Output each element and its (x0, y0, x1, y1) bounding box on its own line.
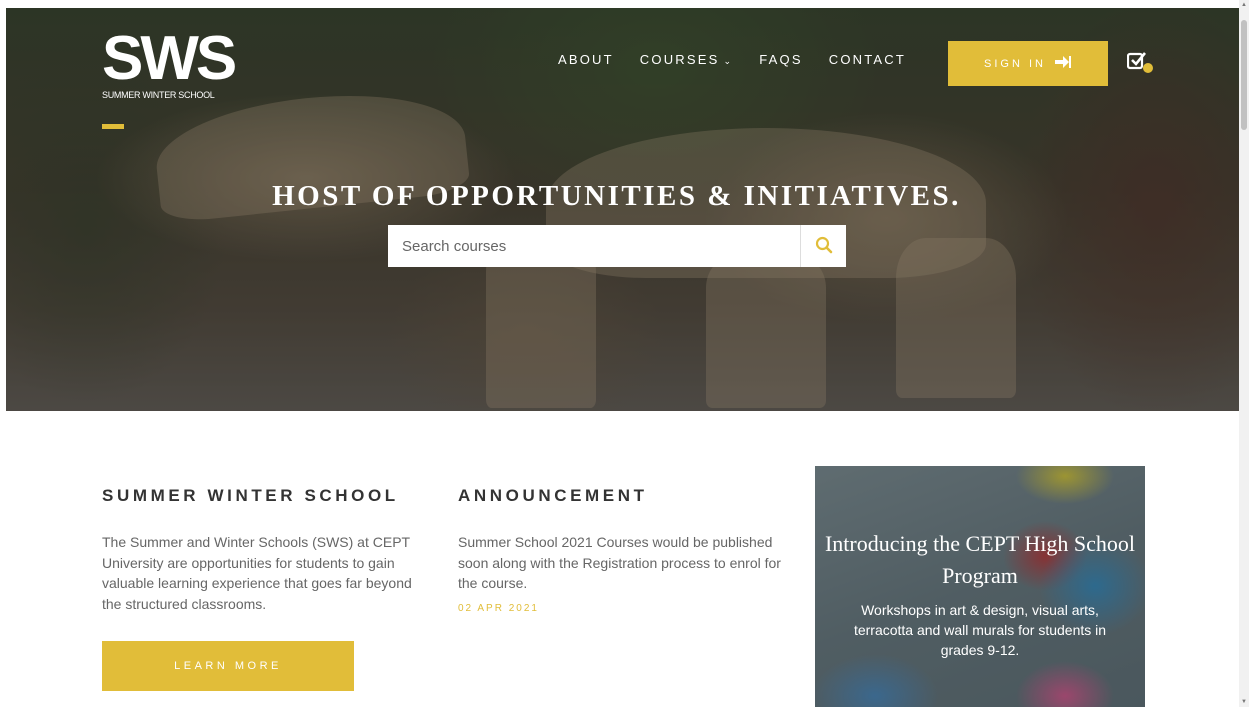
logo-mark: SWS (102, 24, 237, 93)
announcement-heading: ANNOUNCEMENT (458, 486, 648, 505)
page-scrollbar[interactable]: ▲ ▼ (1239, 0, 1249, 707)
nav-about[interactable]: ABOUT (558, 52, 614, 67)
scroll-thumb[interactable] (1241, 20, 1247, 130)
announcement-text: Summer School 2021 Courses would be publ… (458, 534, 781, 591)
enrolled-courses-icon[interactable] (1126, 51, 1153, 73)
nav-contact[interactable]: CONTACT (829, 52, 906, 67)
chevron-down-icon: ⌄ (723, 56, 734, 66)
main-nav: ABOUT COURSES ⌄ FAQS CONTACT (558, 52, 932, 67)
nav-faqs[interactable]: FAQS (759, 52, 802, 67)
promo-title: Introducing the CEPT High School Program (824, 531, 1136, 588)
sign-in-icon (1054, 55, 1072, 72)
logo-accent-bar (102, 124, 124, 129)
sign-in-label: SIGN IN (984, 57, 1046, 70)
search-button[interactable] (800, 225, 846, 267)
site-logo[interactable]: SWS SUMMER WINTER SCHOOL (102, 24, 237, 101)
about-heading: SUMMER WINTER SCHOOL (102, 486, 399, 505)
hero-title: HOST OF OPPORTUNITIES & INITIATIVES. (272, 180, 961, 212)
cart-count-badge (1143, 63, 1153, 73)
course-search (388, 225, 846, 267)
nav-courses[interactable]: COURSES ⌄ (640, 52, 733, 67)
promo-text: Workshops in art & design, visual arts, … (853, 602, 1107, 658)
about-text: The Summer and Winter Schools (SWS) at C… (102, 534, 412, 612)
logo-subtitle: SUMMER WINTER SCHOOL (102, 90, 215, 100)
nav-courses-label: COURSES (639, 52, 720, 67)
search-input[interactable] (388, 225, 800, 267)
announcement-date: 02 APR 2021 (458, 603, 539, 614)
learn-more-button[interactable]: LEARN MORE (102, 641, 354, 691)
sign-in-button[interactable]: SIGN IN (948, 41, 1108, 86)
search-icon (815, 236, 833, 257)
scroll-up-arrow[interactable]: ▲ (1241, 2, 1247, 8)
scroll-down-arrow[interactable]: ▼ (1241, 699, 1247, 705)
high-school-program-card[interactable]: Introducing the CEPT High School Program… (815, 466, 1145, 707)
